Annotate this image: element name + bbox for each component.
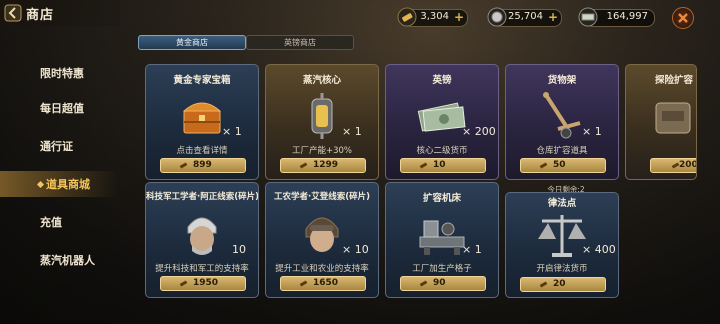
price-value: 90: [433, 278, 446, 288]
shop-card-law-points[interactable]: 律法点 × 400 开启律法货币 20: [505, 192, 619, 298]
tab-gold-shop[interactable]: 黄金商店: [138, 35, 246, 50]
item-name: 黄金专家宝箱: [173, 75, 231, 86]
price-value: 10: [433, 160, 446, 170]
sidebar-item-label: 通行证: [40, 140, 73, 153]
sidebar-item-pass[interactable]: 通行证: [0, 133, 118, 159]
sidebar-item-label: 道具商城: [46, 178, 90, 191]
page-title: 商店: [26, 8, 55, 23]
sidebar-item-recharge[interactable]: 充值: [0, 209, 118, 235]
gold-bar-icon: [419, 162, 428, 169]
item-description: 点击查看详情: [176, 146, 228, 156]
price-button[interactable]: 899: [160, 158, 246, 173]
back-icon[interactable]: [4, 4, 22, 22]
price-button[interactable]: 1299: [280, 158, 366, 173]
item-description: 提升科技和军工的支持率: [155, 264, 249, 274]
gold-bar-icon: [539, 281, 548, 288]
close-button[interactable]: [672, 7, 694, 29]
active-bullet-icon: [36, 180, 45, 189]
price-button[interactable]: 1650: [280, 276, 366, 291]
sidebar-item-item-mall[interactable]: 道具商城: [0, 171, 118, 197]
item-description: 核心二级货币: [416, 146, 468, 156]
currency-silver[interactable]: 25,704 +: [487, 7, 562, 27]
price-button[interactable]: 20: [520, 277, 606, 292]
sidebar-item-steam-robot[interactable]: 蒸汽机器人: [0, 247, 118, 273]
price-value: 1950: [193, 278, 219, 288]
sidebar-item-label: 充值: [40, 216, 62, 229]
shop-card-tech-scholar-clue[interactable]: 科技军工学者·阿正线索(碎片) 10 提升科技和军工的支持率 1950: [145, 182, 259, 298]
shop-card-agri-scholar-clue[interactable]: 工农学者·艾登线索(碎片) × 10 提升工业和农业的支持率 1650: [265, 182, 379, 298]
gold-bar-icon: [179, 280, 188, 287]
item-name: 律法点: [547, 198, 577, 209]
item-quantity: × 1: [582, 125, 602, 138]
shop-card-expedition-expand[interactable]: 探险扩容 200: [625, 64, 697, 180]
sidebar-item-label: 每日超值: [40, 102, 84, 115]
gold-bar-icon: [397, 7, 417, 27]
item-name: 扩容机床: [422, 193, 461, 204]
gold-bar-icon: [179, 162, 188, 169]
item-quantity: 10: [232, 243, 246, 256]
item-quantity: × 10: [342, 243, 369, 256]
close-icon: [678, 13, 688, 23]
gold-bar-icon: [419, 280, 428, 287]
gold-bar-icon: [299, 280, 308, 287]
gold-bar-icon: [299, 162, 308, 169]
item-description: 仓库扩容道具: [536, 146, 588, 156]
item-description: 开启律法货币: [536, 264, 588, 274]
item-name: 探险扩容: [654, 75, 693, 86]
price-value: 20: [553, 279, 566, 289]
item-name: 工农学者·艾登线索(碎片): [274, 192, 370, 202]
item-quantity: × 1: [462, 243, 482, 256]
item-quantity: × 1: [342, 125, 362, 138]
price-button[interactable]: 10: [400, 158, 486, 173]
item-description: 工厂产能+30%: [291, 146, 352, 156]
sidebar-item-daily-value[interactable]: 每日超值: [0, 95, 118, 121]
item-name: 科技军工学者·阿正线索(碎片): [146, 192, 259, 202]
tab-pound-shop[interactable]: 英镑商店: [246, 35, 354, 50]
silver-coin-icon: [487, 7, 507, 27]
item-name: 英镑: [432, 75, 452, 86]
scholar-portrait-icon: [187, 217, 217, 255]
sidebar-item-label: 限时特惠: [40, 67, 84, 80]
cash-icon: [578, 7, 598, 27]
price-value: 1650: [313, 278, 339, 288]
price-button[interactable]: 90: [400, 276, 486, 291]
backpack-icon: [655, 102, 691, 134]
add-gold-icon[interactable]: +: [454, 10, 464, 24]
shop-card-steam-core[interactable]: 蒸汽核心 × 1 工厂产能+30% 1299: [265, 64, 379, 180]
sidebar-item-limited-offer[interactable]: 限时特惠: [0, 60, 118, 86]
currency-cash[interactable]: 164,997: [578, 7, 655, 27]
price-value: 1299: [313, 160, 339, 170]
sidebar-item-label: 蒸汽机器人: [40, 254, 95, 267]
price-button[interactable]: 50: [520, 158, 606, 173]
shop-card-expansion-lathe[interactable]: 扩容机床 × 1 工厂加生产格子 90: [385, 182, 499, 298]
shop-card-gold-chest[interactable]: 黄金专家宝箱 × 1 点击查看详情 899: [145, 64, 259, 180]
price-value: 200: [679, 160, 697, 170]
price-button[interactable]: 200: [650, 158, 697, 173]
item-name: 货物架: [547, 75, 577, 86]
item-quantity: × 400: [582, 243, 616, 256]
gold-value: 3,304: [420, 11, 449, 22]
shop-card-cargo-rack[interactable]: 货物架 × 1 仓库扩容道具 50: [505, 64, 619, 180]
price-button[interactable]: 1950: [160, 276, 246, 291]
item-quantity: × 1: [222, 125, 242, 138]
item-description: 提升工业和农业的支持率: [275, 264, 369, 274]
item-quantity: × 200: [462, 125, 496, 138]
item-name: 蒸汽核心: [302, 75, 341, 86]
cash-value: 164,997: [606, 11, 648, 22]
add-silver-icon[interactable]: +: [548, 10, 558, 24]
currency-gold[interactable]: 3,304 +: [397, 7, 468, 27]
gold-bar-icon: [539, 162, 548, 169]
shop-card-pound[interactable]: 英镑 × 200 核心二级货币 10: [385, 64, 499, 180]
price-value: 50: [553, 160, 566, 170]
item-description: 工厂加生产格子: [412, 264, 472, 274]
title-bar: 商店: [0, 0, 120, 26]
price-value: 899: [193, 160, 212, 170]
silver-value: 25,704: [508, 11, 543, 22]
